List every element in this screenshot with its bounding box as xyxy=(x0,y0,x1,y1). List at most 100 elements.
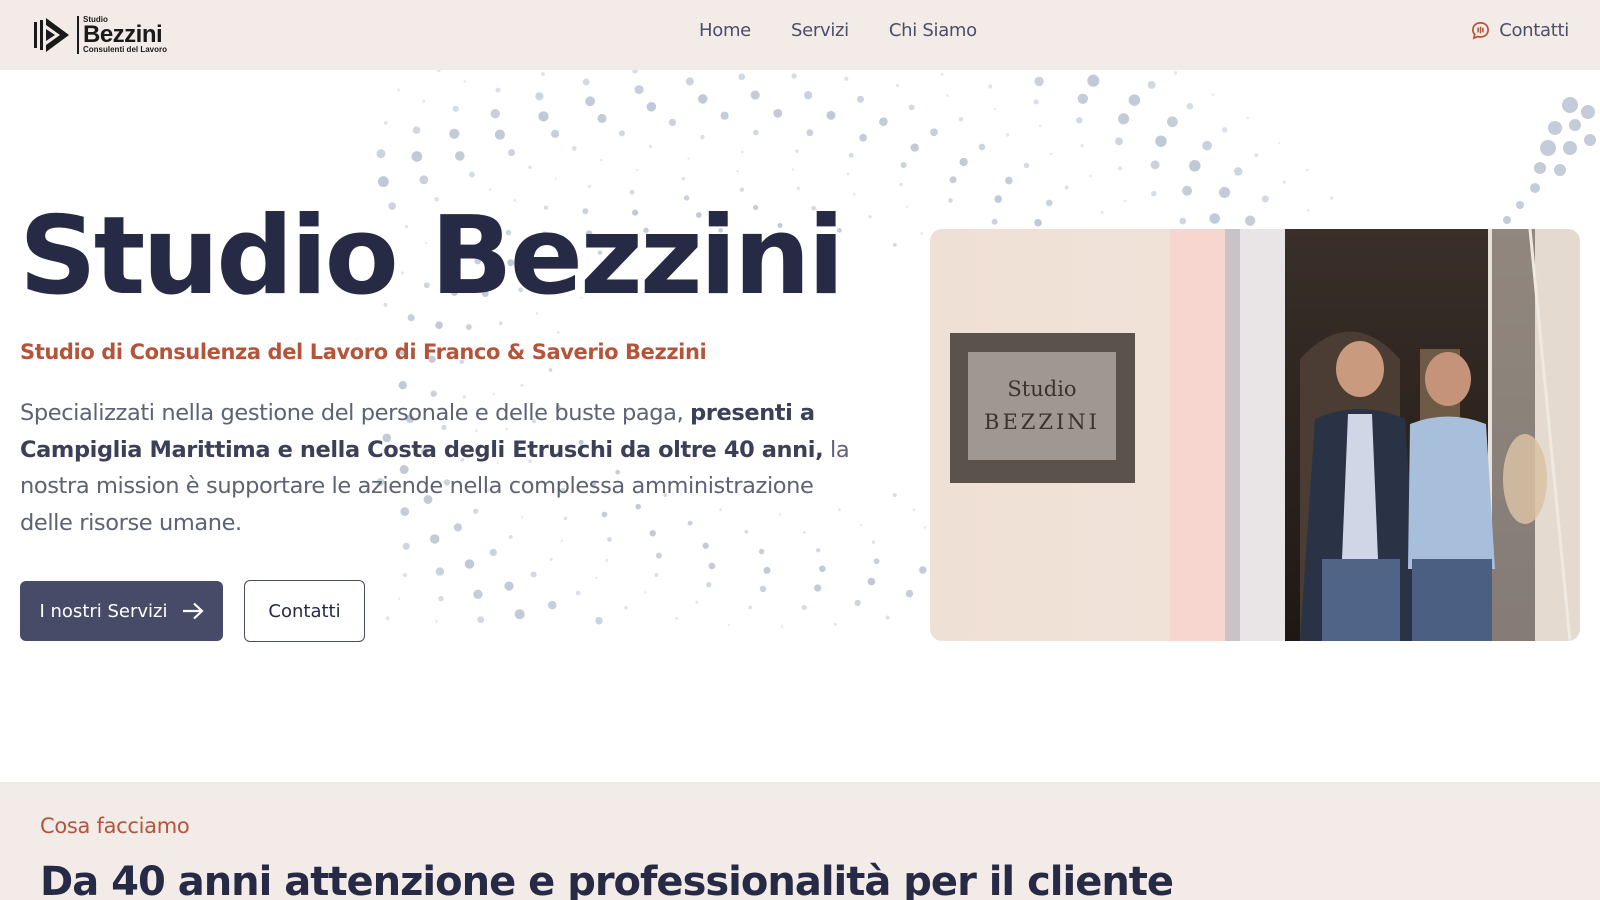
decor-dot xyxy=(1089,174,1092,178)
decor-dot xyxy=(1087,74,1100,87)
decor-dot xyxy=(1329,196,1334,200)
hero-description: Specializzati nella gestione del persona… xyxy=(20,395,860,541)
decor-dot xyxy=(1306,209,1310,212)
decor-dot xyxy=(1005,133,1010,137)
decor-dot xyxy=(763,566,771,574)
decor-dot xyxy=(1189,160,1201,172)
hero-subtitle: Studio di Consulenza del Lavoro di Franc… xyxy=(20,340,707,364)
decor-dot xyxy=(634,85,644,95)
decor-dot xyxy=(906,205,909,208)
decor-dot xyxy=(959,157,968,167)
decor-dot xyxy=(473,589,483,599)
decor-dot xyxy=(815,548,821,553)
arrow-right-icon xyxy=(182,602,204,620)
decor-dot xyxy=(530,571,537,578)
decor-dot xyxy=(648,144,653,149)
decor-dot xyxy=(1516,201,1524,209)
decor-dot xyxy=(958,117,964,122)
decor-dot xyxy=(571,146,577,151)
decor-dot xyxy=(720,111,729,120)
decor-dot xyxy=(1278,142,1281,145)
decor-dot xyxy=(1064,185,1069,190)
decor-dot xyxy=(1080,144,1084,148)
decor-dot xyxy=(554,177,557,180)
decor-dot xyxy=(402,542,410,550)
decor-dot xyxy=(1261,195,1269,203)
logo-wordmark: Studio Bezzini Consulenti del Lavoro xyxy=(77,16,167,54)
decor-dot xyxy=(1209,213,1220,224)
decor-dot xyxy=(435,567,445,576)
decor-dot xyxy=(454,151,465,161)
decor-dot xyxy=(806,129,814,137)
decor-dot xyxy=(411,151,423,162)
decor-dot xyxy=(885,615,890,620)
decor-dot xyxy=(402,572,408,578)
decor-dot xyxy=(1038,124,1042,128)
decor-dot xyxy=(1534,162,1546,174)
decor-dot xyxy=(895,83,900,88)
decor-dot xyxy=(1202,140,1212,151)
decor-dot xyxy=(1219,186,1231,198)
decor-dot xyxy=(376,149,386,159)
decor-dot xyxy=(548,368,553,372)
nav-home[interactable]: Home xyxy=(699,20,751,41)
decor-dot xyxy=(398,381,407,390)
services-button[interactable]: I nostri Servizi xyxy=(20,581,223,641)
decor-dot xyxy=(585,96,596,107)
decor-dot xyxy=(397,597,401,601)
decor-dot xyxy=(758,548,765,555)
header-contact-link[interactable]: Contatti xyxy=(1471,20,1569,41)
decor-dot xyxy=(477,616,485,624)
decor-dot xyxy=(988,84,993,89)
section-kicker: Cosa facciamo xyxy=(40,814,190,838)
decor-dot xyxy=(1562,97,1578,113)
logo[interactable]: Studio Bezzini Consulenti del Lavoro xyxy=(33,12,178,58)
decor-dot xyxy=(582,78,590,86)
decor-dot xyxy=(1124,199,1127,203)
decor-dot xyxy=(397,88,401,92)
decor-dot xyxy=(780,625,784,628)
decor-dot xyxy=(833,622,837,626)
decor-dot xyxy=(514,609,525,620)
decor-dot xyxy=(452,105,459,112)
hero-description-part1: Specializzati nella gestione del persona… xyxy=(20,400,691,426)
decor-dot xyxy=(796,186,801,191)
decor-dot xyxy=(727,623,731,626)
decor-dot xyxy=(1211,93,1215,96)
decor-dot xyxy=(752,129,759,136)
header-contact-label: Contatti xyxy=(1499,20,1569,41)
decor-dot xyxy=(1233,167,1243,176)
contact-button[interactable]: Contatti xyxy=(244,580,365,642)
decor-dot xyxy=(706,582,712,588)
decor-dot xyxy=(412,126,421,134)
decor-dot xyxy=(994,107,997,111)
decor-dot xyxy=(687,157,690,160)
decor-dot xyxy=(1182,185,1193,196)
decor-dot xyxy=(978,143,986,151)
decor-dot xyxy=(1004,176,1013,185)
decor-dot xyxy=(920,232,924,235)
decor-dot xyxy=(469,171,475,178)
decor-dot xyxy=(826,110,836,120)
decor-dot xyxy=(632,70,638,74)
decor-dot xyxy=(1540,140,1556,156)
decor-dot xyxy=(383,120,388,125)
decor-dot xyxy=(994,195,1002,203)
decor-dot xyxy=(681,177,686,181)
decor-dot xyxy=(908,104,915,111)
section-title: Da 40 anni attenzione e professionalità … xyxy=(40,859,1174,900)
decor-dot xyxy=(923,526,927,529)
decor-dot xyxy=(1530,183,1540,193)
logo-mark-icon xyxy=(34,18,69,52)
decor-dot xyxy=(698,94,708,104)
decor-dot xyxy=(495,87,501,93)
decor-dot xyxy=(494,129,505,140)
decor-dot xyxy=(1155,135,1167,147)
decor-dot xyxy=(930,128,938,137)
nav-servizi[interactable]: Servizi xyxy=(791,20,849,41)
decor-dot xyxy=(1503,216,1511,224)
logo-name: Bezzini xyxy=(83,21,163,48)
decor-dot xyxy=(873,558,880,565)
decor-dot xyxy=(507,149,516,157)
nav-chi-siamo[interactable]: Chi Siamo xyxy=(889,20,977,41)
